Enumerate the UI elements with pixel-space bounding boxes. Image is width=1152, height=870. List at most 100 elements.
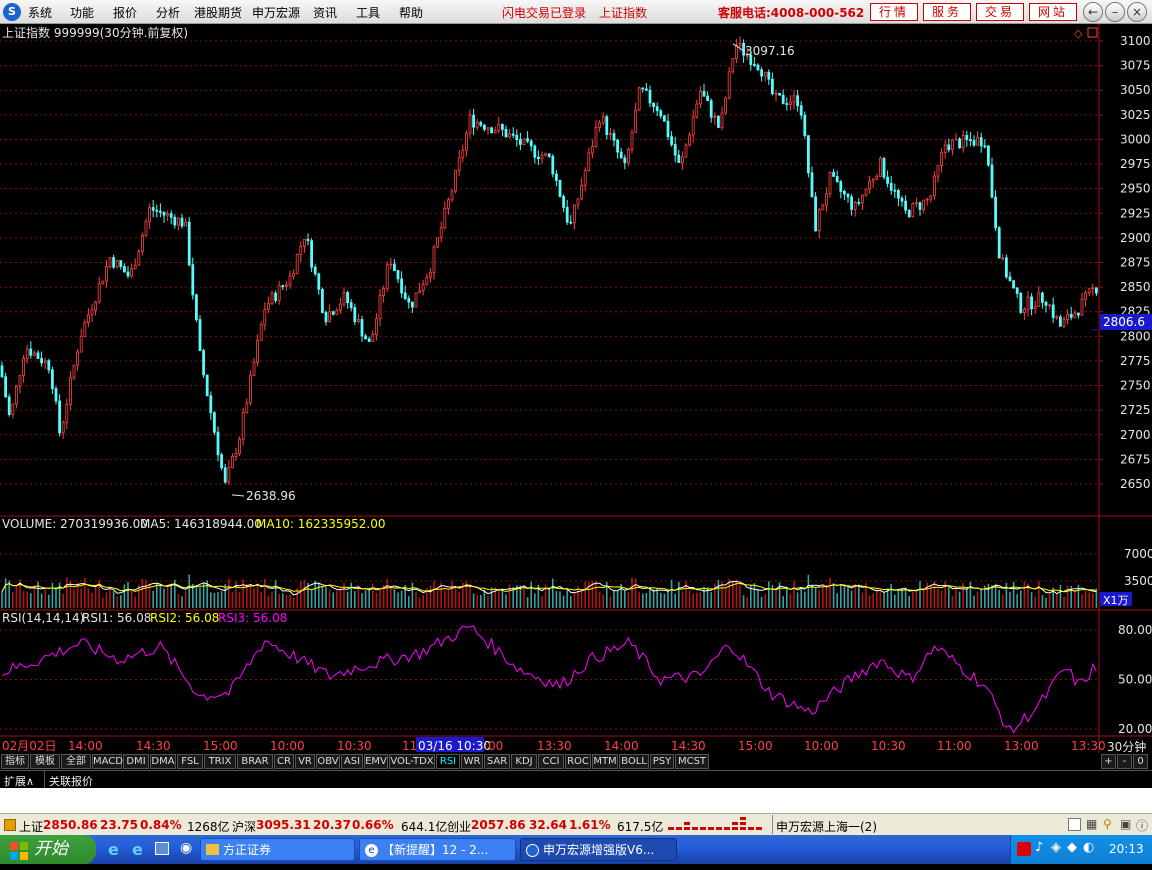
info-icon[interactable]: ⓘ: [1136, 817, 1148, 834]
tab-全部[interactable]: 全部: [61, 754, 91, 769]
start-button[interactable]: 开始: [0, 835, 96, 864]
indicator-tabs: 指标 模板 全部 MACD DMI DMA FSL TRIX BRAR CR VR OBV ASI EMV…: [0, 753, 1152, 770]
volume-bar: [282, 593, 284, 608]
tab-fsl[interactable]: FSL: [177, 754, 203, 769]
hs-change: 20.37: [313, 818, 351, 832]
tab-dma[interactable]: DMA: [150, 754, 176, 769]
volume-bar: [642, 593, 644, 608]
back-icon[interactable]: ←: [1083, 2, 1103, 22]
window-icon[interactable]: [1068, 818, 1081, 831]
volume-icon[interactable]: ♪: [1035, 840, 1043, 855]
cy-name[interactable]: 创业: [447, 818, 471, 835]
menu-hk-futures[interactable]: 港股期货: [194, 4, 242, 21]
menu-swhy[interactable]: 申万宏源: [252, 4, 300, 21]
tab-mcst[interactable]: MCST: [675, 754, 709, 769]
cursor-icon[interactable]: ▦: [1086, 817, 1097, 831]
reset-button[interactable]: 0: [1133, 754, 1148, 769]
ie-icon[interactable]: e: [108, 840, 119, 859]
volume-bar: [645, 592, 648, 608]
price-tick-label: 2775: [1120, 354, 1151, 368]
tab-brar[interactable]: BRAR: [237, 754, 273, 769]
menu-tools[interactable]: 工具: [356, 4, 380, 21]
tab-mtm[interactable]: MTM: [592, 754, 618, 769]
trade-button[interactable]: 交易: [976, 3, 1024, 21]
tab-boll[interactable]: BOLL: [619, 754, 649, 769]
speaker-icon[interactable]: ◐: [1083, 840, 1094, 855]
tab-rsi[interactable]: RSI: [436, 754, 460, 769]
tab-指标[interactable]: 指标: [1, 754, 29, 769]
candle-body: [1066, 313, 1069, 321]
menu-function[interactable]: 功能: [70, 4, 94, 21]
diamond-icon[interactable]: ◇: [1074, 27, 1083, 40]
flag-icon[interactable]: [1017, 842, 1031, 856]
desktop-icon[interactable]: [155, 842, 169, 855]
candle-body: [601, 116, 605, 124]
tab-sar[interactable]: SAR: [484, 754, 510, 769]
tab-trix[interactable]: TRIX: [204, 754, 236, 769]
minimize-icon[interactable]: –: [1105, 2, 1125, 22]
ie-alt-icon[interactable]: e: [132, 840, 143, 859]
volume-bar: [616, 590, 619, 608]
tab-psy[interactable]: PSY: [650, 754, 674, 769]
tab-emv[interactable]: EMV: [364, 754, 388, 769]
clock[interactable]: 20:13: [1109, 842, 1144, 856]
website-button[interactable]: 网站: [1029, 3, 1077, 21]
volume-bar: [1038, 580, 1040, 608]
tab-roc[interactable]: ROC: [565, 754, 591, 769]
tab-vol-tdx[interactable]: VOL-TDX: [389, 754, 435, 769]
tab-obv[interactable]: OBV: [316, 754, 340, 769]
volume-bar: [1084, 590, 1087, 608]
tab-cci[interactable]: CCI: [538, 754, 564, 769]
period-label[interactable]: 30分钟: [1107, 739, 1146, 754]
volume-bar: [256, 583, 259, 608]
volume-bar: [130, 590, 133, 608]
chart-area[interactable]: 3100 3075 3050 3025 3000 2975 2950 2925 2900 2875…: [0, 24, 1152, 772]
sh-name[interactable]: 上证: [19, 818, 43, 835]
candle-body: [202, 350, 206, 376]
volume-bar: [724, 587, 727, 608]
candle-body: [461, 149, 465, 159]
tab-wr[interactable]: WR: [461, 754, 483, 769]
lock-small-icon[interactable]: ▣: [1120, 817, 1131, 831]
zoom-out-button[interactable]: -: [1117, 754, 1132, 769]
related-quote-tab[interactable]: 关联报价: [49, 773, 93, 789]
close-icon[interactable]: ×: [1127, 2, 1147, 22]
candle-body: [799, 105, 803, 116]
expand-tab[interactable]: 扩展∧: [4, 773, 34, 789]
task-fangzheng[interactable]: 方正证券: [200, 838, 355, 861]
candle-body: [886, 176, 889, 184]
service-button[interactable]: 服务: [923, 3, 971, 21]
menu-analysis[interactable]: 分析: [156, 4, 180, 21]
tab-dmi[interactable]: DMI: [123, 754, 149, 769]
menu-help[interactable]: 帮助: [399, 4, 423, 21]
menu-system[interactable]: 系统: [28, 4, 52, 21]
candle-body: [25, 348, 29, 359]
tab-kdj[interactable]: KDJ: [511, 754, 537, 769]
restore-panel-icon[interactable]: [1087, 27, 1098, 38]
quote-button[interactable]: 行情: [870, 3, 918, 21]
tab-macd[interactable]: MACD: [92, 754, 123, 769]
tab-模板[interactable]: 模板: [30, 754, 60, 769]
menu-info[interactable]: 资讯: [313, 4, 337, 21]
tab-vr[interactable]: VR: [295, 754, 315, 769]
network-tray-icon[interactable]: ◈: [1051, 840, 1061, 855]
stock-chart[interactable]: 3100 3075 3050 3025 3000 2975 2950 2925 2900 2875…: [0, 24, 1152, 754]
flash-login-status[interactable]: 闪电交易已登录: [502, 4, 586, 21]
tab-asi[interactable]: ASI: [341, 754, 363, 769]
tab-cr[interactable]: CR: [274, 754, 294, 769]
volume-ma10: MA10: 162335952.00: [256, 517, 386, 531]
task-swhy[interactable]: 申万宏源增强版V6...: [520, 838, 677, 861]
broker-server[interactable]: 申万宏源上海一(2): [776, 818, 877, 835]
menu-quote[interactable]: 报价: [113, 4, 137, 21]
shield-icon[interactable]: ◆: [1067, 840, 1077, 855]
volume-bar: [1016, 594, 1018, 608]
zoom-in-button[interactable]: +: [1101, 754, 1116, 769]
hs-name[interactable]: 沪深: [232, 818, 256, 835]
volume-bar: [228, 578, 230, 608]
task-reminder[interactable]: e 【新提醒】12 - 2...: [359, 838, 516, 861]
network-icon[interactable]: ⚲: [1103, 817, 1112, 831]
volume-bar: [861, 592, 864, 608]
time-tick-label: 11: [402, 739, 417, 753]
time-tick-label: 15:00: [203, 739, 238, 753]
media-icon[interactable]: ◉: [180, 840, 192, 856]
